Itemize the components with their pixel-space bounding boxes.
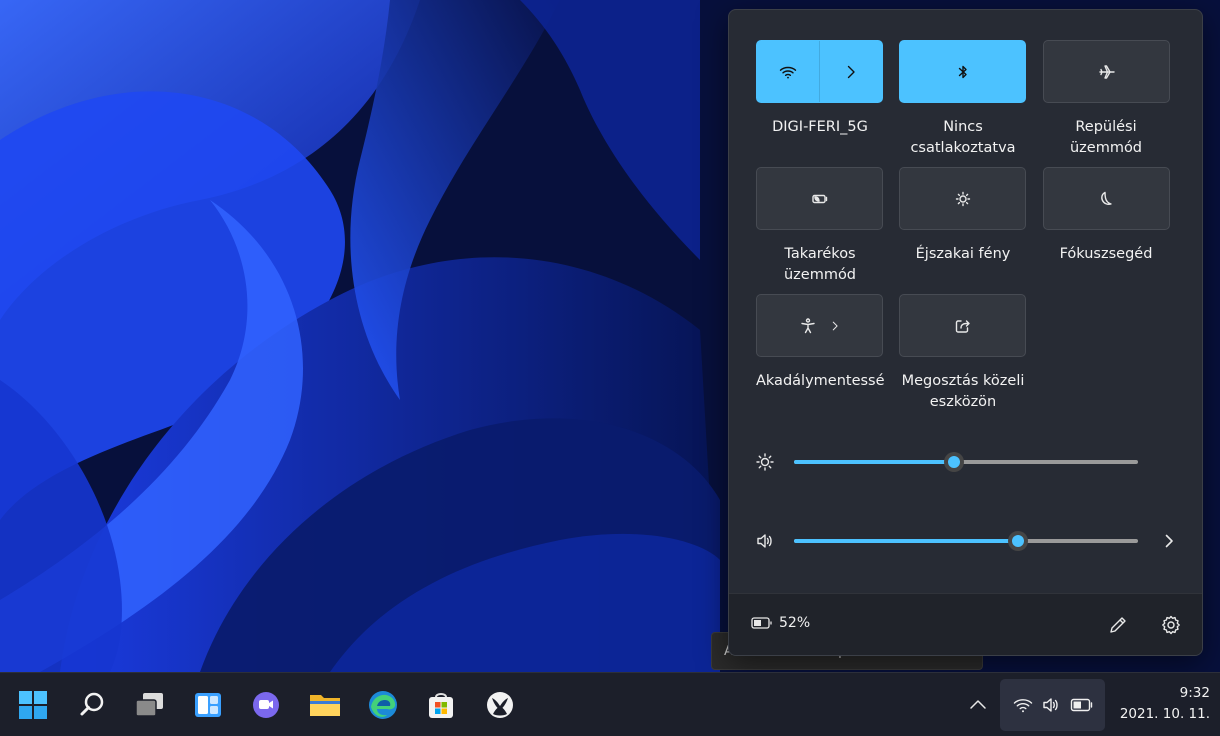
battery-saver-tile-label: Takarékos üzemmód xyxy=(783,246,857,283)
wifi-icon xyxy=(779,66,796,78)
airplane-mode-tile[interactable] xyxy=(1043,40,1170,103)
share-icon xyxy=(955,319,970,333)
battery-saver-tile[interactable] xyxy=(756,167,883,230)
night-light-tile[interactable] xyxy=(899,167,1026,230)
quick-settings-footer: 52% xyxy=(729,593,1202,655)
brightness-slider-fill xyxy=(794,460,954,464)
chat-button[interactable] xyxy=(246,685,286,725)
volume-slider-thumb[interactable] xyxy=(1007,531,1028,551)
search-button[interactable] xyxy=(72,685,112,725)
accessibility-icon xyxy=(800,317,815,333)
bluetooth-tile[interactable] xyxy=(899,40,1026,103)
accessibility-tile[interactable] xyxy=(756,294,883,357)
airplane-icon xyxy=(1098,64,1115,79)
settings-button[interactable] xyxy=(1160,614,1182,636)
night-light-tile-label: Éjszakai fény xyxy=(915,246,1011,262)
quick-settings-panel: DIGI-FERI_5G Nincs csatlakoztatva Repülé… xyxy=(728,9,1203,656)
wifi-tile-label: DIGI-FERI_5G xyxy=(772,119,868,135)
xbox-icon xyxy=(487,692,513,718)
battery-percentage: 52% xyxy=(779,615,811,631)
focus-assist-tile[interactable] xyxy=(1043,167,1170,230)
accessibility-tile-label: Akadálymentesség xyxy=(756,373,884,389)
chevron-right-icon xyxy=(832,321,838,330)
clock-date: 2021. 10. 11. xyxy=(1119,706,1210,722)
clock-time: 9:32 xyxy=(1179,685,1210,701)
edge-browser-button[interactable] xyxy=(363,685,403,725)
chevron-right-icon xyxy=(847,65,855,78)
wifi-toggle[interactable] xyxy=(757,41,820,102)
widgets-icon xyxy=(195,693,221,717)
search-icon xyxy=(80,692,104,716)
volume-speaker-icon xyxy=(1042,698,1058,712)
chevron-up-icon xyxy=(970,700,986,709)
taskbar: 9:32 2021. 10. 11. xyxy=(0,672,1220,736)
nearby-share-tile[interactable] xyxy=(899,294,1026,357)
night-light-icon xyxy=(955,191,970,206)
task-view-button[interactable] xyxy=(130,685,170,725)
gear-icon xyxy=(1162,615,1180,635)
brightness-slider-row xyxy=(755,450,1175,474)
task-view-icon xyxy=(135,693,163,717)
store-button[interactable] xyxy=(421,685,461,725)
xbox-button[interactable] xyxy=(480,685,520,725)
network-wifi-icon xyxy=(1013,699,1032,713)
airplane-mode-tile-label: Repülési üzemmód xyxy=(1069,119,1143,156)
quick-settings-tray-button[interactable] xyxy=(1000,679,1105,731)
edge-browser-icon xyxy=(369,691,397,719)
wifi-expand-button[interactable] xyxy=(820,41,883,102)
bluetooth-icon xyxy=(958,65,967,78)
moon-icon xyxy=(1100,191,1112,205)
show-hidden-icons-button[interactable] xyxy=(966,695,990,715)
file-explorer-button[interactable] xyxy=(305,685,345,725)
battery-saver-icon xyxy=(811,194,827,203)
brightness-slider-thumb[interactable] xyxy=(943,452,964,472)
widgets-button[interactable] xyxy=(188,685,228,725)
battery-icon xyxy=(751,617,772,629)
battery-status[interactable]: 52% xyxy=(751,615,810,631)
start-button[interactable] xyxy=(13,685,53,725)
brightness-slider[interactable] xyxy=(794,452,1138,472)
speaker-icon[interactable] xyxy=(755,531,775,551)
teams-chat-icon xyxy=(253,692,279,718)
focus-assist-tile-label: Fókuszsegéd xyxy=(1059,246,1153,262)
store-icon xyxy=(429,693,453,718)
nearby-share-tile-label: Megosztás közeli eszközön xyxy=(901,373,1025,410)
windows-start-icon xyxy=(19,691,47,719)
volume-slider[interactable] xyxy=(794,531,1138,551)
pencil-icon xyxy=(1110,617,1126,633)
wifi-tile[interactable] xyxy=(756,40,883,103)
volume-slider-row xyxy=(755,529,1175,553)
bluetooth-tile-label: Nincs csatlakoztatva xyxy=(910,119,1016,156)
audio-output-expand-button[interactable] xyxy=(1159,531,1179,551)
edit-quick-settings-button[interactable] xyxy=(1107,614,1129,636)
sun-icon xyxy=(755,452,775,472)
chevron-right-icon xyxy=(1165,534,1173,548)
folder-icon xyxy=(310,695,340,716)
tray-battery-icon xyxy=(1070,698,1092,712)
taskbar-clock[interactable]: 9:32 2021. 10. 11. xyxy=(1108,683,1210,725)
volume-slider-fill xyxy=(794,539,1018,543)
